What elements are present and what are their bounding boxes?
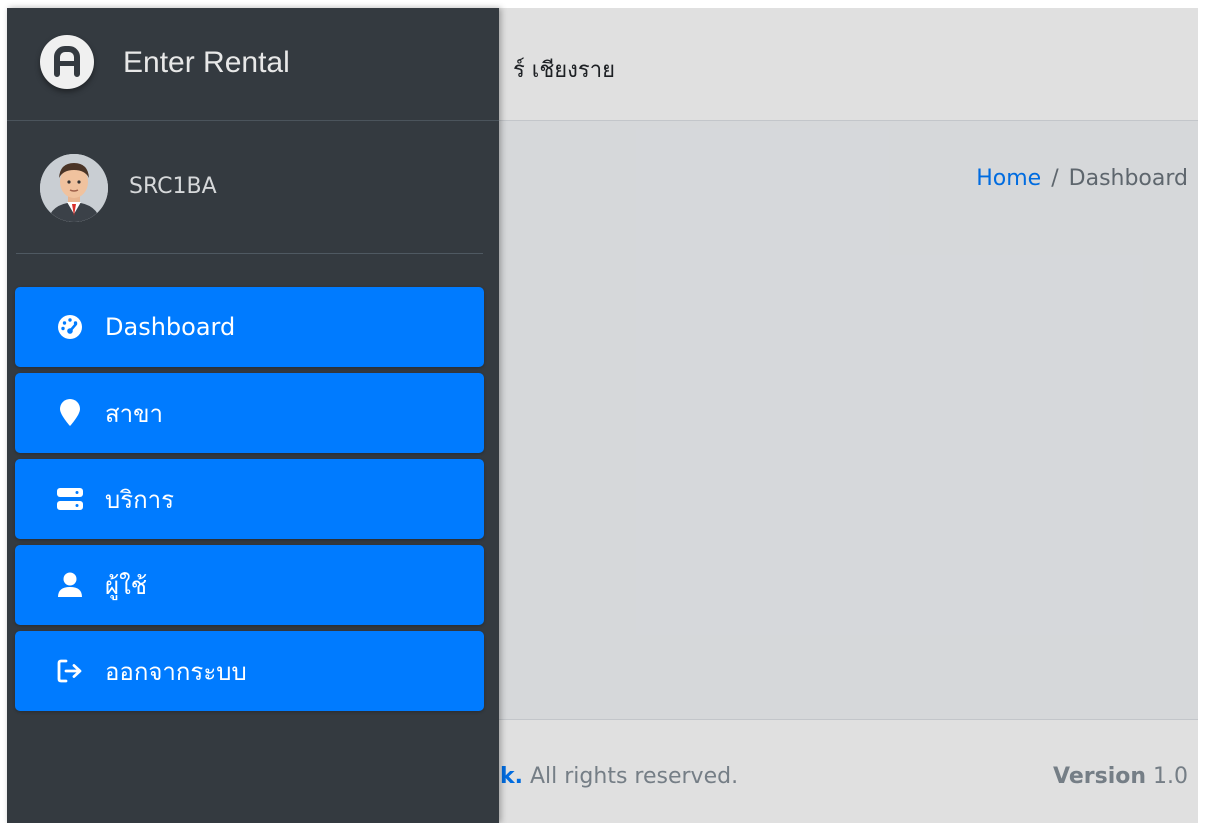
sidebar-item-users[interactable]: ผู้ใช้ <box>15 545 484 625</box>
tachometer-icon <box>55 312 85 342</box>
sign-out-icon <box>55 656 85 686</box>
sidebar-item-service[interactable]: บริการ <box>15 459 484 539</box>
server-icon <box>55 484 85 514</box>
map-marker-icon <box>55 398 85 428</box>
user-name[interactable]: SRC1BA <box>129 174 217 199</box>
user-avatar[interactable] <box>40 154 108 222</box>
sidebar-item-label: บริการ <box>105 485 175 514</box>
user-icon <box>55 570 85 600</box>
sidebar: Enter Rental SRC1BA Dashboard สาขา บริกา… <box>7 8 499 823</box>
sidebar-item-logout[interactable]: ออกจากระบบ <box>15 631 484 711</box>
user-panel: SRC1BA <box>16 121 483 254</box>
sidebar-item-label: ออกจากระบบ <box>105 657 247 686</box>
brand-name: Enter Rental <box>123 46 290 79</box>
brand-link[interactable]: Enter Rental <box>7 8 499 121</box>
sidebar-item-label: ผู้ใช้ <box>105 571 148 600</box>
brand-logo-icon <box>40 35 94 89</box>
sidebar-item-label: สาขา <box>105 399 164 428</box>
sidebar-item-dashboard[interactable]: Dashboard <box>15 287 484 367</box>
sidebar-item-label: Dashboard <box>105 313 236 341</box>
sidebar-item-branch[interactable]: สาขา <box>15 373 484 453</box>
sidebar-nav: Dashboard สาขา บริการ ผู้ใช้ ออกจากระบบ <box>15 287 484 717</box>
